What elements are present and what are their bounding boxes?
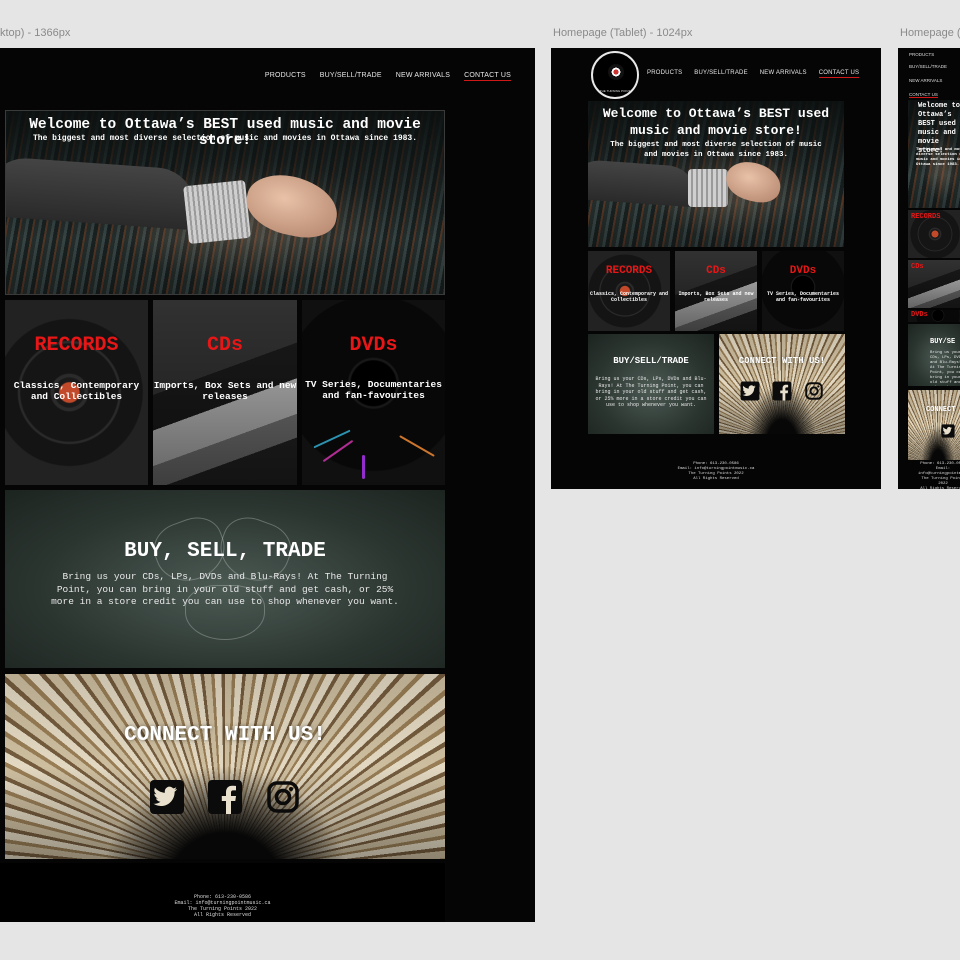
category-dvds[interactable]: DVDs: [908, 310, 960, 322]
social-links: [941, 424, 960, 438]
category-cds[interactable]: CDs Imports, Box Sets and new releases: [675, 251, 757, 331]
tablet-footer: Phone: 613-230-0586 Email: info@turningp…: [551, 462, 881, 482]
mobile-footer: Phone: 613-230-0586 Email: info@turningp…: [918, 462, 960, 489]
category-dvds[interactable]: DVDs TV Series, Documentaries and fan-fa…: [762, 251, 844, 331]
buy-sell-trade-desc: Bring us your CDs, LPs, DVDs and Blu-Ray…: [51, 571, 399, 607]
hero-banner: Welcome to Ottawa’s BEST used music and …: [908, 100, 960, 208]
connect-section: CONNECT: [908, 390, 960, 460]
mobile-frame: PRODUCTS BUY/SELL/TRADE NEW ARRIVALS CON…: [898, 48, 960, 489]
nav-buy-sell-trade[interactable]: BUY/SELL/TRADE: [909, 64, 947, 69]
nav-new-arrivals[interactable]: NEW ARRIVALS: [760, 70, 807, 78]
mobile-frame-label: Homepage (: [900, 27, 960, 39]
hero-banner: Welcome to Ottawa’s BEST used music and …: [5, 110, 445, 295]
tablet-frame: THE TURNING POINT PRODUCTS BUY/SELL/TRAD…: [551, 48, 881, 489]
nav-contact-us[interactable]: CONTACT US: [818, 70, 860, 78]
category-title: RECORDS: [605, 265, 653, 277]
connect-section: CONNECT WITH US!: [719, 334, 845, 434]
hero-title: Welcome to Ottawa’s BEST used music and …: [602, 106, 830, 138]
category-title: CDs: [911, 263, 924, 271]
connect-title: CONNECT WITH US!: [738, 356, 826, 366]
nav-contact-us[interactable]: CONTACT US: [909, 92, 938, 98]
hero-subtitle: The biggest and most diverse selection o…: [610, 141, 822, 159]
buy-sell-trade-section: BUY/SE Bring us your CDs, LPs, DVDs and …: [908, 324, 960, 386]
hero-subtitle: The biggest and most diverse selection o…: [916, 148, 960, 167]
nav-new-arrivals[interactable]: NEW ARRIVALS: [396, 72, 450, 81]
category-records[interactable]: RECORDS Classics, Contemporary and Colle…: [5, 300, 148, 485]
twitter-icon[interactable]: [941, 424, 955, 438]
nav-products[interactable]: PRODUCTS: [265, 72, 306, 81]
buy-sell-trade-title: BUY, SELL, TRADE: [124, 540, 326, 563]
desktop-frame-label: ktop) - 1366px: [0, 27, 71, 39]
nav-products[interactable]: PRODUCTS: [647, 70, 682, 78]
category-title: DVDs: [789, 265, 817, 277]
category-title: RECORDS: [911, 213, 941, 221]
nav-contact-us[interactable]: CONTACT US: [464, 72, 511, 81]
buy-sell-trade-desc: Bring us your CDs, LPs, DVDs and Blu-Ray…: [595, 376, 707, 408]
category-desc: Classics, Contemporary and Collectibles: [589, 291, 668, 303]
buy-sell-trade-section: BUY/SELL/TRADE Bring us your CDs, LPs, D…: [588, 334, 714, 434]
twitter-icon[interactable]: [740, 381, 760, 401]
category-title: CDs: [206, 334, 243, 357]
social-links: [719, 381, 845, 401]
category-desc: Imports, Box Sets and new releases: [678, 291, 754, 303]
buy-sell-trade-title: BUY/SE: [930, 338, 956, 346]
category-desc: Classics, Contemporary and Collectibles: [13, 380, 140, 402]
connect-section: CONNECT WITH US!: [5, 674, 445, 859]
instagram-icon[interactable]: [804, 381, 824, 401]
tablet-frame-label: Homepage (Tablet) - 1024px: [553, 27, 693, 39]
category-desc: TV Series, Documentaries and fan-favouri…: [766, 291, 839, 303]
connect-title: CONNECT WITH US!: [124, 724, 326, 747]
nav-buy-sell-trade[interactable]: BUY/SELL/TRADE: [320, 72, 382, 81]
nav-new-arrivals[interactable]: NEW ARRIVALS: [909, 78, 942, 83]
category-dvds[interactable]: DVDs TV Series, Documentaries and fan-fa…: [302, 300, 445, 485]
hero-subtitle: The biggest and most diverse selection o…: [32, 134, 418, 143]
hero-title: Welcome to Ottawa’s BEST used music and …: [29, 117, 421, 149]
hero-banner: Welcome to Ottawa’s BEST used music and …: [588, 101, 844, 247]
store-logo[interactable]: THE TURNING POINT: [591, 51, 639, 99]
footer-rights: All Rights Reserved: [693, 477, 739, 481]
buy-sell-trade-title: BUY/SELL/TRADE: [613, 356, 689, 366]
desktop-nav: PRODUCTS BUY/SELL/TRADE NEW ARRIVALS CON…: [265, 72, 511, 81]
tablet-nav: PRODUCTS BUY/SELL/TRADE NEW ARRIVALS CON…: [647, 70, 860, 78]
connect-title: CONNECT: [926, 406, 956, 414]
footer-copyright: The Turning Points 2022: [921, 477, 960, 486]
category-cds[interactable]: CDs: [908, 260, 960, 308]
category-title: DVDs: [911, 311, 928, 319]
category-records[interactable]: RECORDS Classics, Contemporary and Colle…: [588, 251, 670, 331]
category-title: CDs: [706, 265, 726, 277]
buy-sell-trade-desc: Bring us your CDs, LPs, DVDs and Blu-Ray…: [930, 351, 960, 385]
desktop-frame: PRODUCTS BUY/SELL/TRADE NEW ARRIVALS CON…: [0, 48, 535, 922]
category-title: RECORDS: [34, 334, 119, 357]
logo-mark: [608, 64, 624, 80]
footer-rights: All Rights Reserved: [193, 912, 251, 918]
logo-text: THE TURNING POINT: [599, 89, 631, 93]
nav-buy-sell-trade[interactable]: BUY/SELL/TRADE: [694, 70, 747, 78]
footer-rights: All Rights Reserved: [920, 487, 960, 489]
category-title: DVDs: [349, 334, 398, 357]
instagram-icon[interactable]: [265, 779, 301, 815]
category-desc: TV Series, Documentaries and fan-favouri…: [305, 379, 442, 401]
category-desc: Imports, Box Sets and new releases: [153, 380, 297, 402]
nav-products[interactable]: PRODUCTS: [909, 52, 934, 57]
facebook-icon[interactable]: [772, 381, 792, 401]
category-cds[interactable]: CDs Imports, Box Sets and new releases: [153, 300, 297, 485]
buy-sell-trade-section: BUY, SELL, TRADE Bring us your CDs, LPs,…: [5, 490, 445, 668]
twitter-icon[interactable]: [149, 779, 185, 815]
category-records[interactable]: RECORDS: [908, 210, 960, 258]
footer-email[interactable]: Email: info@turningpointmusic.ca: [918, 467, 960, 477]
desktop-footer: Phone: 613-230-0586 Email: info@turningp…: [0, 894, 445, 918]
social-links: [5, 779, 445, 815]
facebook-icon[interactable]: [207, 779, 243, 815]
